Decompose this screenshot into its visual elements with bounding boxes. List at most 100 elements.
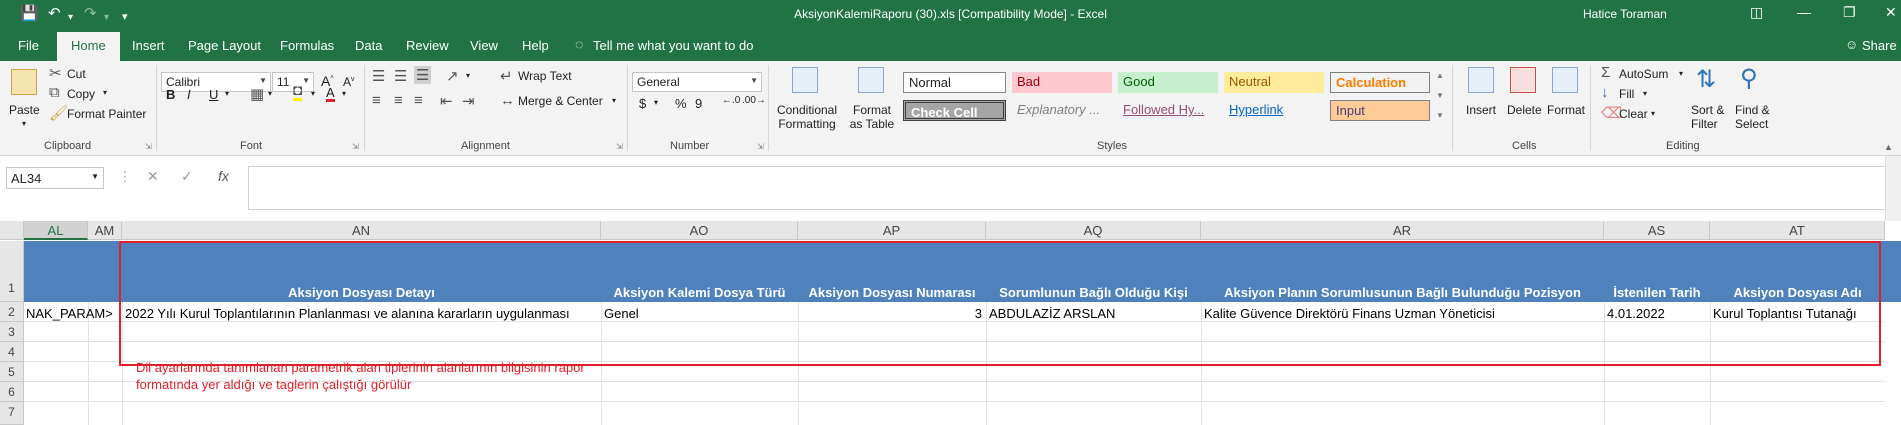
conditional-formatting-icon[interactable] bbox=[792, 67, 818, 93]
row-header-1[interactable]: 1 bbox=[0, 241, 24, 302]
style-neutral[interactable]: Neutral bbox=[1224, 72, 1324, 93]
find-select-button[interactable]: Find & Select bbox=[1735, 103, 1779, 131]
format-cells-button[interactable]: Format bbox=[1547, 103, 1585, 117]
restore-icon[interactable]: ❐ bbox=[1843, 4, 1856, 21]
tab-page-layout[interactable]: Page Layout bbox=[188, 38, 261, 53]
close-icon[interactable]: ✕ bbox=[1885, 4, 1897, 21]
insert-cells-button[interactable]: Insert bbox=[1466, 103, 1496, 117]
row-header-4[interactable]: 4 bbox=[0, 342, 24, 362]
orientation-dropdown-icon[interactable]: ▾ bbox=[466, 71, 470, 80]
autosum-dropdown-icon[interactable]: ▾ bbox=[1679, 69, 1683, 78]
decrease-indent-icon[interactable]: ⇤ bbox=[440, 92, 453, 110]
copy-button[interactable]: Copy bbox=[67, 87, 95, 101]
decrease-decimal-icon[interactable]: .00→ bbox=[742, 95, 766, 106]
row-header-6[interactable]: 6 bbox=[0, 382, 24, 402]
share-icon[interactable]: ☺ bbox=[1845, 37, 1858, 52]
column-header-aq[interactable]: AQ bbox=[986, 221, 1201, 240]
clear-dropdown-icon[interactable]: ▾ bbox=[1651, 109, 1655, 118]
format-as-table-icon[interactable] bbox=[858, 67, 884, 93]
italic-button[interactable]: I bbox=[187, 87, 191, 102]
paste-icon[interactable] bbox=[11, 69, 37, 95]
enter-icon[interactable]: ✓ bbox=[181, 168, 193, 185]
cut-icon[interactable]: ✂ bbox=[49, 64, 62, 82]
select-all-corner[interactable] bbox=[0, 221, 24, 240]
delete-cells-icon[interactable] bbox=[1510, 67, 1536, 93]
data-cell-al[interactable]: NAK_PARAM> bbox=[26, 306, 122, 321]
fill-button[interactable]: Fill bbox=[1619, 87, 1634, 101]
fill-icon[interactable]: ↓ bbox=[1601, 84, 1609, 101]
alignment-launcher-icon[interactable]: ⇲ bbox=[616, 142, 623, 151]
currency-button[interactable]: $ bbox=[639, 96, 646, 111]
column-header-am[interactable]: AM bbox=[88, 221, 122, 240]
underline-button[interactable]: U bbox=[209, 87, 218, 102]
tab-view[interactable]: View bbox=[470, 38, 498, 53]
format-painter-button[interactable]: Format Painter bbox=[67, 107, 146, 121]
row-header-2[interactable]: 2 bbox=[0, 302, 24, 322]
merge-center-button[interactable]: Merge & Center bbox=[518, 94, 603, 108]
row-header-7[interactable]: 7 bbox=[0, 402, 24, 425]
conditional-formatting-button[interactable]: Conditional Formatting bbox=[775, 103, 839, 131]
style-calculation[interactable]: Calculation bbox=[1330, 72, 1430, 93]
formula-input[interactable] bbox=[248, 166, 1898, 210]
delete-cells-button[interactable]: Delete bbox=[1507, 103, 1542, 117]
wrap-text-button[interactable]: Wrap Text bbox=[518, 69, 572, 83]
fill-dropdown-icon[interactable]: ▾ bbox=[1643, 89, 1647, 98]
percent-button[interactable]: % bbox=[675, 96, 687, 111]
style-input[interactable]: Input bbox=[1330, 100, 1430, 121]
fill-color-icon[interactable]: ◘ bbox=[293, 83, 303, 101]
styles-scroll-down-icon[interactable]: ▼ bbox=[1436, 91, 1444, 100]
cut-button[interactable]: Cut bbox=[67, 67, 86, 81]
column-header-ar[interactable]: AR bbox=[1201, 221, 1604, 240]
format-as-table-button[interactable]: Format as Table bbox=[846, 103, 898, 131]
minimize-icon[interactable]: — bbox=[1797, 4, 1811, 20]
increase-indent-icon[interactable]: ⇥ bbox=[462, 92, 475, 110]
font-launcher-icon[interactable]: ⇲ bbox=[352, 142, 359, 151]
merge-center-icon[interactable]: ↔ bbox=[500, 92, 515, 109]
underline-dropdown-icon[interactable]: ▾ bbox=[225, 89, 229, 98]
insert-cells-icon[interactable] bbox=[1468, 67, 1494, 93]
align-middle-icon[interactable]: ☰ bbox=[394, 67, 407, 85]
style-good[interactable]: Good bbox=[1118, 72, 1218, 93]
user-name[interactable]: Hatice Toraman bbox=[1583, 7, 1667, 21]
column-header-al[interactable]: AL bbox=[24, 221, 88, 240]
row-header-5[interactable]: 5 bbox=[0, 362, 24, 382]
tell-me-box[interactable]: Tell me what you want to do bbox=[593, 38, 753, 53]
orientation-icon[interactable]: ↗ bbox=[446, 67, 459, 85]
copy-dropdown-icon[interactable]: ▾ bbox=[103, 88, 107, 97]
tab-file[interactable]: File bbox=[18, 38, 39, 53]
align-left-icon[interactable]: ≡ bbox=[372, 92, 381, 109]
clear-button[interactable]: Clear bbox=[1619, 107, 1648, 121]
merge-dropdown-icon[interactable]: ▾ bbox=[612, 96, 616, 105]
align-right-icon[interactable]: ≡ bbox=[414, 92, 423, 109]
bold-button[interactable]: B bbox=[166, 87, 175, 102]
number-format-box[interactable]: General ▼ bbox=[632, 72, 762, 92]
format-cells-icon[interactable] bbox=[1552, 67, 1578, 93]
insert-function-button[interactable]: fx bbox=[218, 168, 229, 184]
style-check-cell[interactable]: Check Cell bbox=[903, 100, 1006, 121]
tab-formulas[interactable]: Formulas bbox=[280, 38, 334, 53]
align-center-icon[interactable]: ≡ bbox=[394, 92, 403, 109]
style-followed-hyperlink[interactable]: Followed Hy... bbox=[1118, 100, 1218, 121]
column-header-an[interactable]: AN bbox=[122, 221, 601, 240]
style-explanatory[interactable]: Explanatory ... bbox=[1012, 100, 1112, 121]
column-header-ap[interactable]: AP bbox=[798, 221, 986, 240]
collapse-ribbon-icon[interactable]: ▲ bbox=[1884, 142, 1893, 152]
tab-home[interactable]: Home bbox=[57, 32, 120, 61]
autosum-icon[interactable]: Σ bbox=[1601, 64, 1610, 81]
autosum-button[interactable]: AutoSum bbox=[1619, 67, 1668, 81]
tab-review[interactable]: Review bbox=[406, 38, 449, 53]
comma-button[interactable]: 9 bbox=[695, 96, 702, 111]
increase-decimal-icon[interactable]: ←.0 bbox=[722, 95, 740, 106]
tab-insert[interactable]: Insert bbox=[132, 38, 165, 53]
ribbon-display-icon[interactable]: ◫ bbox=[1750, 4, 1763, 21]
styles-scroll-up-icon[interactable]: ▲ bbox=[1436, 71, 1444, 80]
find-select-icon[interactable]: ⚲ bbox=[1740, 64, 1758, 93]
borders-icon[interactable]: ▦ bbox=[250, 85, 264, 103]
style-bad[interactable]: Bad bbox=[1012, 72, 1112, 93]
share-button[interactable]: Share bbox=[1862, 38, 1897, 53]
sort-filter-icon[interactable]: ⇅ bbox=[1696, 65, 1716, 94]
name-box[interactable]: AL34 ▼ bbox=[6, 167, 104, 189]
currency-dropdown-icon[interactable]: ▾ bbox=[654, 98, 658, 107]
font-color-icon[interactable]: A bbox=[326, 86, 335, 102]
row-header-3[interactable]: 3 bbox=[0, 322, 24, 342]
